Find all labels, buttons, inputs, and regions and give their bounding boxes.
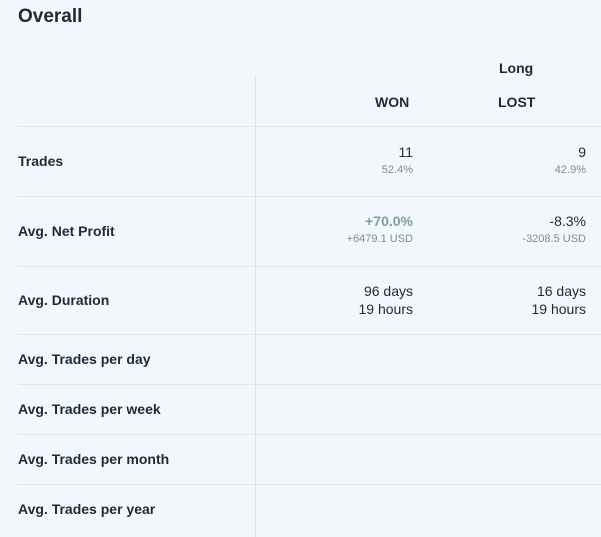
duration-lost-hours: 19 hours <box>531 301 586 317</box>
trades-won-count: 11 <box>398 144 413 160</box>
row-label-trades-per-month: Avg. Trades per month <box>18 451 170 467</box>
divider <box>18 266 601 267</box>
row-label-trades-per-week: Avg. Trades per week <box>18 401 161 417</box>
divider <box>18 334 601 335</box>
row-label-trades: Trades <box>18 153 64 169</box>
duration-won-hours: 19 hours <box>358 301 413 317</box>
header-lost: LOST <box>498 94 536 110</box>
net-profit-won-usd: +6479.1 USD <box>346 233 413 245</box>
trades-won-percent: 52.4% <box>381 164 413 176</box>
row-label-trades-per-day: Avg. Trades per day <box>18 351 151 367</box>
header-long: Long <box>499 60 534 76</box>
net-profit-won-cell: +70.0% +6479.1 USD <box>347 212 413 248</box>
net-profit-lost-percent: -8.3% <box>549 213 586 229</box>
overall-panel: Overall Long WON LOST Trades 11 52.4% 9 … <box>0 0 601 537</box>
net-profit-won-percent: +70.0% <box>365 213 413 229</box>
header-won: WON <box>375 94 410 110</box>
trades-won-cell: 11 52.4% <box>382 143 413 179</box>
net-profit-lost-usd: -3208.5 USD <box>522 233 586 245</box>
net-profit-lost-cell: -8.3% -3208.5 USD <box>522 212 586 248</box>
row-label-trades-per-year: Avg. Trades per year <box>18 501 156 517</box>
row-label-avg-duration: Avg. Duration <box>18 292 110 308</box>
duration-lost-cell: 16 days 19 hours <box>532 282 586 318</box>
duration-won-days: 96 days <box>363 283 413 299</box>
trades-lost-count: 9 <box>578 144 586 160</box>
divider <box>18 384 601 385</box>
divider <box>18 126 601 127</box>
divider <box>18 434 601 435</box>
divider <box>18 196 601 197</box>
trades-lost-percent: 42.9% <box>554 164 586 176</box>
panel-title: Overall <box>18 6 83 27</box>
row-label-avg-net-profit: Avg. Net Profit <box>18 223 115 239</box>
column-divider <box>255 76 256 537</box>
duration-lost-days: 16 days <box>536 283 586 299</box>
divider <box>18 484 601 485</box>
duration-won-cell: 96 days 19 hours <box>359 282 413 318</box>
trades-lost-cell: 9 42.9% <box>555 143 586 179</box>
